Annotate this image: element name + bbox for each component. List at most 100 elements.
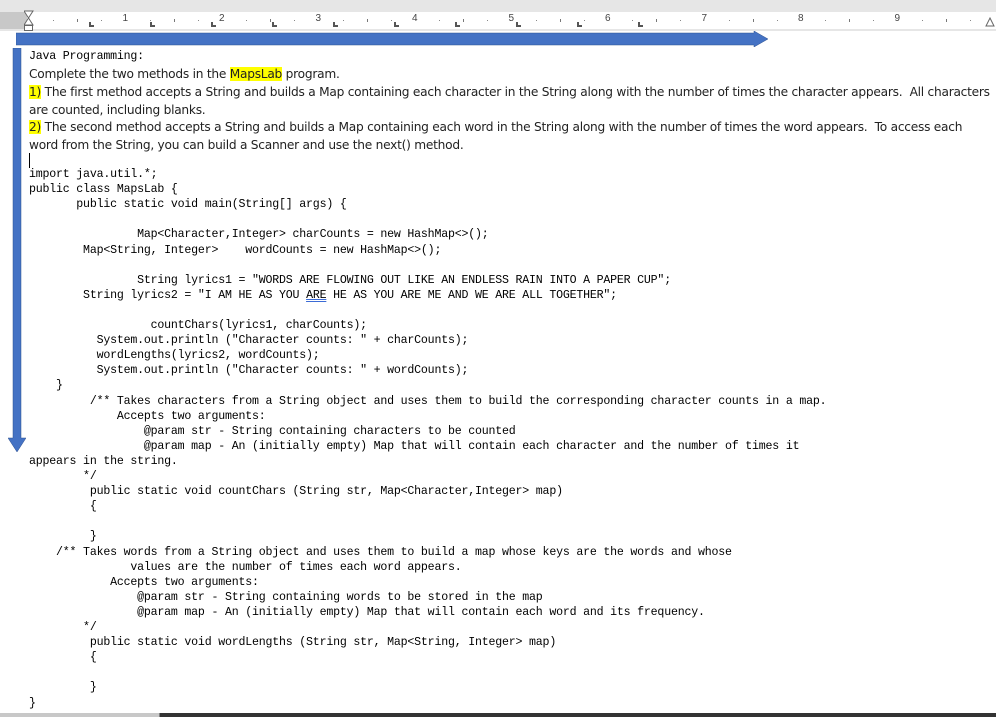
code-line: { <box>29 651 97 664</box>
ruler-number: 8 <box>798 13 804 24</box>
ruler-tick <box>680 20 682 21</box>
hourglass-indent-icon[interactable] <box>24 10 34 32</box>
ruler-tick <box>583 20 585 21</box>
code-line: @param str - String containing character… <box>29 425 516 438</box>
item1-line1: 1) The first method accepts a String and… <box>29 85 990 99</box>
ruler-tick <box>77 19 79 22</box>
code-line: @param str - String containing words to … <box>29 591 543 604</box>
tab-stop-icon[interactable] <box>516 22 521 27</box>
ruler-tick <box>53 20 55 21</box>
ruler-tick <box>390 20 392 21</box>
ruler-tick <box>849 19 851 22</box>
item2-number: 2) <box>29 120 42 134</box>
ruler-tick <box>197 20 199 21</box>
code-line: String lyrics1 = "WORDS ARE FLOWING OUT … <box>29 274 671 287</box>
intro-line: Complete the two methods in the MapsLab … <box>29 67 340 81</box>
ruler-tick <box>487 20 489 21</box>
tab-stop-icon[interactable] <box>211 22 216 27</box>
code-line: } <box>29 379 63 392</box>
tab-stop-icon[interactable] <box>333 22 338 27</box>
code-line: System.out.println ("Character counts: "… <box>29 364 469 377</box>
tab-stop-icon[interactable] <box>577 22 582 27</box>
code-line: values are the number of times each word… <box>29 561 462 574</box>
ruler-number: 1 <box>122 13 129 24</box>
item1-text: The first method accepts a String and bu… <box>41 85 990 99</box>
ruler-number: 2 <box>219 13 225 24</box>
ruler-tick <box>632 20 634 21</box>
doc-heading: Java Programming: <box>29 50 144 63</box>
tab-stop-icon[interactable] <box>150 22 155 27</box>
ruler-tick <box>873 20 875 21</box>
tab-stop-icon[interactable] <box>394 22 399 27</box>
code-line: public class MapsLab { <box>29 183 178 196</box>
code-line: } <box>29 530 97 543</box>
ruler-tick <box>559 19 561 22</box>
code-line: /** Takes words from a String object and… <box>29 546 732 559</box>
ruler-tick <box>149 20 151 21</box>
tab-stop-icon[interactable] <box>638 22 643 27</box>
ruler-tick <box>101 20 103 21</box>
tab-stop-icon[interactable] <box>455 22 460 27</box>
grammar-flag[interactable]: ARE <box>306 289 326 302</box>
code-line: import java.util.*; <box>29 168 158 181</box>
item1-line2: are counted, including blanks. <box>29 103 206 117</box>
ruler-tick <box>825 20 827 21</box>
ruler-number: 7 <box>701 13 708 24</box>
code-line: */ <box>29 621 97 634</box>
code-line: */ <box>29 470 97 483</box>
ruler-tick <box>921 20 923 21</box>
text-cursor <box>29 153 30 168</box>
intro-text-end: program. <box>282 67 340 81</box>
triangle-right-indent-icon[interactable] <box>985 17 995 27</box>
item2-text: The second method accepts a String and b… <box>41 120 963 134</box>
code-line: /** Takes characters from a String objec… <box>29 395 827 408</box>
ruler-tick <box>463 19 465 22</box>
code-text: HE AS YOU ARE ME AND WE ARE ALL TOGETHER… <box>326 289 617 302</box>
ruler-tick <box>945 19 947 22</box>
code-line: @param map - An (initially empty) Map th… <box>29 606 705 619</box>
code-line: appears in the string. <box>29 455 178 468</box>
code-line: public static void countChars (String st… <box>29 485 563 498</box>
ruler-tick <box>969 20 971 21</box>
ruler-tick <box>342 20 344 21</box>
item2-line1: 2) The second method accepts a String an… <box>29 120 962 134</box>
blue-arrow-down-icon[interactable] <box>8 48 26 452</box>
tab-stop-icon[interactable] <box>89 22 94 27</box>
code-line: Map<Character,Integer> charCounts = new … <box>29 228 489 241</box>
ruler-number: 4 <box>412 13 418 24</box>
code-line: Accepts two arguments: <box>29 576 259 589</box>
code-line: wordLengths(lyrics2, wordCounts); <box>29 349 320 362</box>
ruler-tick <box>246 20 248 21</box>
code-line: countChars(lyrics1, charCounts); <box>29 319 367 332</box>
status-bar-edge <box>0 713 996 717</box>
code-line: Map<String, Integer> wordCounts = new Ha… <box>29 244 442 257</box>
code-line: System.out.println ("Character counts: "… <box>29 334 469 347</box>
ruler-tick <box>776 20 778 21</box>
ruler-tick <box>752 19 754 22</box>
code-line: } <box>29 697 36 710</box>
ruler-tick <box>173 19 175 22</box>
code-line: Accepts two arguments: <box>29 410 266 423</box>
item2-line2: word from the String, you can build a Sc… <box>29 138 464 152</box>
highlight-mapslab: MapsLab <box>229 67 283 81</box>
ruler-number: 5 <box>508 13 515 24</box>
blue-arrow-right-icon[interactable] <box>16 31 768 47</box>
ruler-tick <box>366 19 368 22</box>
item1-number: 1) <box>29 85 42 99</box>
code-line: } <box>29 681 97 694</box>
code-line: String lyrics2 = "I AM HE AS YOU ARE HE … <box>29 289 617 302</box>
code-line: @param map - An (initially empty) Map th… <box>29 440 800 453</box>
ruler-number: 3 <box>315 13 322 24</box>
ruler-tick <box>656 19 658 22</box>
code-line: { <box>29 500 97 513</box>
ruler-number: 9 <box>894 13 901 24</box>
code-text: String lyrics2 = "I AM HE AS YOU <box>29 289 307 302</box>
code-line: public static void main(String[] args) { <box>29 198 347 211</box>
ruler-number: 6 <box>605 13 611 24</box>
intro-text: Complete the two methods in the <box>29 67 230 81</box>
ruler-tick <box>728 20 730 21</box>
ruler-tick <box>294 20 296 21</box>
ruler-left-margin <box>0 12 27 29</box>
tab-stop-icon[interactable] <box>272 22 277 27</box>
ruler-tick <box>535 20 537 21</box>
